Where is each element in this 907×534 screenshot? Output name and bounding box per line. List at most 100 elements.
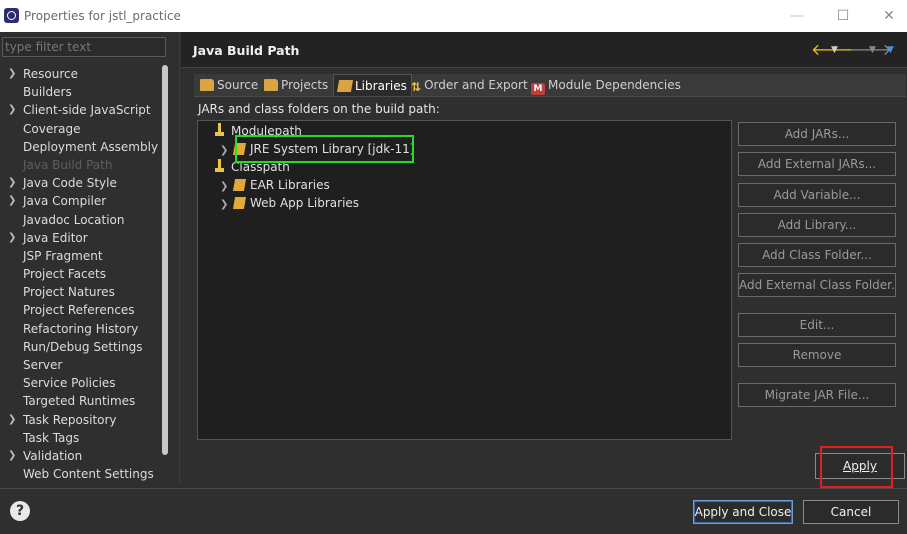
close-button[interactable]: ✕ (866, 0, 907, 32)
tree-item[interactable]: JSP Fragment (0, 247, 160, 265)
maximize-button[interactable]: ☐ (820, 0, 866, 32)
container-icon (214, 123, 226, 137)
tree-item-label: Java Code Style (23, 176, 117, 191)
tree-item-label: Builders (23, 85, 72, 100)
tree-item[interactable]: Task Tags (0, 429, 160, 447)
chevron-right-icon[interactable]: ❯ (8, 101, 18, 119)
tree-item-label: Client-side JavaScript (23, 103, 151, 118)
dialog-button-bar: ? Apply and Close Cancel (0, 488, 907, 534)
chevron-right-icon[interactable]: ❯ (8, 229, 18, 247)
library-icon (232, 179, 247, 191)
tree-item[interactable]: Builders (0, 83, 160, 101)
tree-item[interactable]: Project Facets (0, 265, 160, 283)
tree-item-label: Javadoc Location (23, 212, 125, 227)
tree-item[interactable]: ❯ Java Editor (0, 229, 160, 247)
add-class-folder-button[interactable]: Add Class Folder... (738, 243, 896, 267)
remove-button[interactable]: Remove (738, 343, 896, 367)
tree-item[interactable]: Web Content Settings (0, 465, 160, 483)
add-variable-button[interactable]: Add Variable... (738, 183, 896, 207)
page-title: Java Build Path (193, 43, 300, 58)
tree-item[interactable]: Server (0, 356, 160, 374)
tree-item-label: Targeted Runtimes (23, 394, 136, 409)
library-icon (336, 80, 354, 92)
tree-item-label: Project Natures (23, 285, 115, 300)
add-library-button[interactable]: Add Library... (738, 213, 896, 237)
chevron-right-icon[interactable]: ❯ (8, 174, 18, 192)
apply-and-close-button[interactable]: Apply and Close (693, 500, 793, 524)
tree-item[interactable]: ❯ Java Code Style (0, 174, 160, 192)
tree-scrollbar[interactable] (162, 65, 168, 455)
tree-item-label: Web Content Settings (23, 467, 154, 482)
view-menu-icon[interactable]: ▼ (887, 40, 894, 60)
property-pages-panel: type filter text ❯ Resource Builders ❯ Clien… (0, 32, 180, 484)
build-path-tree[interactable]: Modulepath ❯ JRE System Library [jdk-11] … (197, 120, 732, 440)
tree-item[interactable]: ❯ Validation (0, 447, 160, 465)
chevron-right-icon[interactable]: ❯ (220, 196, 234, 214)
container-icon (214, 159, 226, 173)
tree-item[interactable]: Javadoc Location (0, 211, 160, 229)
tab-libraries[interactable]: Libraries (333, 74, 412, 96)
tab-projects[interactable]: Projects (260, 74, 332, 96)
help-icon[interactable]: ? (10, 501, 30, 521)
tree-item[interactable]: Service Policies (0, 374, 160, 392)
property-pages-tree: ❯ Resource Builders ❯ Client-side JavaScript… (0, 65, 160, 483)
tree-item[interactable]: Deployment Assembly (0, 138, 160, 156)
tree-item[interactable]: Project References (0, 301, 160, 319)
tree-item[interactable]: Coverage (0, 120, 160, 138)
build-path-tabs: Source Projects Libraries ⇅ Order and Exp… (194, 74, 906, 97)
order-icon: ⇅ (411, 80, 422, 94)
jre-highlight-box (235, 135, 414, 163)
tree-item-label: Resource (23, 67, 79, 81)
tree-item[interactable]: ❯ Java Compiler (0, 192, 160, 210)
tree-item[interactable]: Java Build Path (0, 156, 160, 174)
minimize-button[interactable]: — (774, 0, 820, 32)
tree-item-label: Validation (23, 448, 83, 463)
tree-item-label: Java Editor (23, 230, 88, 245)
back-dropdown-icon[interactable]: ▼ (831, 40, 838, 60)
title-bar: Properties for jstl_practice — ☐ ✕ (0, 0, 907, 32)
filter-input[interactable]: type filter text (2, 37, 166, 57)
add-external-jars-button[interactable]: Add External JARs... (738, 152, 896, 176)
chevron-right-icon[interactable]: ❯ (8, 447, 18, 465)
cancel-button[interactable]: Cancel (803, 500, 899, 524)
tree-item[interactable]: ❯ Task Repository (0, 411, 160, 429)
tree-item-label: Project References (23, 303, 135, 318)
tree-node-ear-libraries[interactable]: ❯ EAR Libraries (220, 176, 330, 194)
folder-icon (264, 79, 278, 91)
window-title: Properties for jstl_practice (24, 9, 181, 23)
folder-icon (200, 79, 214, 91)
tree-item-label: JSP Fragment (23, 248, 103, 263)
tree-item[interactable]: Project Natures (0, 283, 160, 301)
tree-item-label: Task Tags (23, 430, 80, 445)
tab-order-and-export[interactable]: ⇅ Order and Export (407, 74, 532, 96)
chevron-right-icon[interactable]: ❯ (8, 192, 18, 210)
chevron-right-icon[interactable]: ❯ (8, 411, 18, 429)
tree-item-label: Deployment Assembly (23, 139, 159, 154)
tree-item-label: Coverage (23, 121, 81, 136)
tab-module-dependencies[interactable]: M Module Dependencies (527, 74, 685, 96)
tree-item[interactable]: Targeted Runtimes (0, 392, 160, 410)
tree-item-label: Java Build Path (23, 157, 113, 172)
tree-item[interactable]: ❯ Client-side JavaScript (0, 101, 160, 119)
module-icon: M (531, 83, 545, 95)
tree-item[interactable]: Refactoring History (0, 320, 160, 338)
tab-source[interactable]: Source (196, 74, 262, 96)
tree-node-web-app-libraries[interactable]: ❯ Web App Libraries (220, 194, 359, 212)
tree-item-label: Run/Debug Settings (23, 339, 143, 354)
tree-item-label: Refactoring History (23, 321, 139, 336)
chevron-right-icon[interactable]: ❯ (8, 65, 18, 83)
tree-item-label: Project Facets (23, 267, 106, 282)
tree-item[interactable]: ❯ Resource (0, 65, 160, 83)
eclipse-app-icon (4, 8, 19, 23)
page-header: Java Build Path 🡐 ▼ 🡒 ▼ ▼ (181, 32, 907, 68)
tree-item-label: Service Policies (23, 376, 116, 391)
migrate-jar-file-button[interactable]: Migrate JAR File... (738, 383, 896, 407)
build-path-label: JARs and class folders on the build path… (198, 102, 440, 116)
tree-item-label: Java Compiler (23, 194, 107, 209)
tree-item-label: Server (23, 358, 63, 372)
forward-dropdown-icon[interactable]: ▼ (869, 40, 876, 60)
edit-button[interactable]: Edit... (738, 313, 896, 337)
tree-item[interactable]: Run/Debug Settings (0, 338, 160, 356)
add-jars-button[interactable]: Add JARs... (738, 122, 896, 146)
add-external-class-folder-button[interactable]: Add External Class Folder... (738, 273, 896, 297)
